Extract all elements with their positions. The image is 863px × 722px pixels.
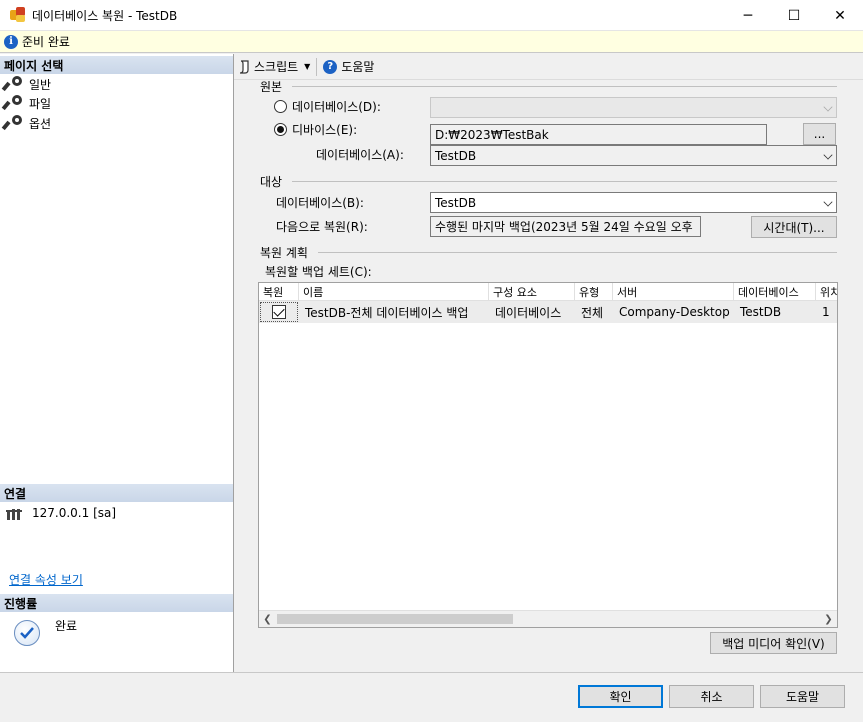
column-header[interactable]: 구성 요소: [489, 283, 575, 301]
wrench-icon: [1, 115, 24, 131]
window-title: 데이터베이스 복원 - TestDB: [32, 8, 178, 23]
column-header[interactable]: 위치: [816, 283, 837, 301]
wrench-icon: [1, 95, 24, 111]
column-header[interactable]: 이름: [299, 283, 489, 301]
column-header[interactable]: 데이터베이스: [734, 283, 816, 301]
restore-to-label: 다음으로 복원(R):: [276, 220, 368, 234]
column-header[interactable]: 유형: [575, 283, 613, 301]
source-device-radio-label: 디바이스(E):: [292, 123, 358, 137]
source-db-label: 데이터베이스(A):: [316, 148, 404, 162]
info-icon: i: [4, 34, 18, 49]
divider: [318, 252, 837, 253]
browse-device-button[interactable]: ...: [803, 123, 836, 145]
checkmark-icon: [14, 620, 40, 646]
progress-status: 완료: [55, 619, 78, 633]
source-group-label: 원본: [260, 80, 283, 94]
plan-group-label: 복원 계획: [260, 246, 308, 260]
help-button[interactable]: ? 도움말: [319, 56, 378, 78]
script-icon: [238, 59, 250, 74]
horizontal-scrollbar[interactable]: ❮ ❯: [259, 610, 837, 627]
page-item-label: 파일: [29, 96, 52, 111]
toolbar-separator: [316, 57, 318, 76]
scroll-left-icon[interactable]: ❮: [259, 611, 276, 627]
cell-database: TestDB: [740, 305, 782, 319]
source-database-radio[interactable]: [274, 100, 287, 113]
restore-to-field[interactable]: 수행된 마지막 백업(2023년 5월 24일 수요일 오후: [430, 216, 701, 237]
cell-position: 1: [822, 305, 830, 319]
destination-db-select[interactable]: TestDB: [430, 192, 837, 213]
backup-sets-grid: 복원 이름 구성 요소 유형 서버 데이터베이스 위치 TestDB-전체 데이…: [258, 282, 838, 628]
chevron-down-icon: [823, 150, 833, 160]
page-item-general[interactable]: 일반: [1, 75, 52, 93]
view-connection-properties-link[interactable]: 연결 속성 보기: [9, 571, 83, 588]
app-icon: [10, 7, 26, 23]
timeline-button[interactable]: 시간대(T)...: [751, 216, 837, 238]
dialog-footer: 확인 취소 도움말: [0, 672, 863, 722]
destination-db-label: 데이터베이스(B):: [276, 196, 364, 210]
scrollbar-thumb[interactable]: [277, 614, 513, 624]
restore-checkbox[interactable]: [272, 305, 286, 319]
source-database-select[interactable]: [430, 97, 837, 118]
divider: [292, 86, 837, 87]
chevron-down-icon[interactable]: ▼: [304, 62, 310, 71]
help-icon: ?: [323, 59, 338, 74]
backup-sets-label: 복원할 백업 세트(C):: [265, 265, 372, 279]
page-item-options[interactable]: 옵션: [1, 114, 52, 132]
cancel-button[interactable]: 취소: [669, 685, 754, 708]
wrench-icon: [1, 76, 24, 92]
source-database-radio-label: 데이터베이스(D):: [292, 100, 381, 114]
toolbar: 스크립트 ▼ ? 도움말: [234, 54, 863, 80]
page-item-files[interactable]: 파일: [1, 94, 52, 112]
column-header[interactable]: 서버: [613, 283, 734, 301]
cell-name: TestDB-전체 데이터베이스 백업: [305, 305, 469, 320]
column-header[interactable]: 복원: [259, 283, 299, 301]
title-bar: 데이터베이스 복원 - TestDB ─ ☐ ✕: [0, 0, 863, 31]
page-select-header: 페이지 선택: [0, 56, 233, 74]
chevron-down-icon: [823, 197, 833, 207]
cell-component: 데이터베이스: [495, 305, 562, 320]
destination-db-value: TestDB: [435, 195, 477, 210]
status-text: 준비 완료: [22, 35, 70, 49]
grid-header: 복원 이름 구성 요소 유형 서버 데이터베이스 위치: [259, 283, 837, 301]
script-label: 스크립트: [254, 60, 299, 74]
source-db-value: TestDB: [435, 148, 477, 163]
source-device-radio[interactable]: [274, 123, 287, 136]
destination-group-label: 대상: [260, 175, 283, 189]
cell-server: Company-Desktop: [619, 305, 730, 319]
table-row[interactable]: TestDB-전체 데이터베이스 백업 데이터베이스 전체 Company-De…: [259, 301, 837, 323]
ok-button[interactable]: 확인: [578, 685, 663, 708]
cell-type: 전체: [581, 305, 604, 320]
verify-backup-media-button[interactable]: 백업 미디어 확인(V): [710, 632, 837, 654]
progress-header: 진행률: [0, 594, 233, 612]
left-pane: 페이지 선택 일반 파일 옵션 연결 127.0.0.1 [sa] 연결 속성 …: [0, 54, 234, 672]
connection-header: 연결: [0, 484, 233, 502]
scroll-right-icon[interactable]: ❯: [820, 611, 837, 627]
connection-info: 127.0.0.1 [sa]: [6, 504, 116, 522]
page-item-label: 일반: [29, 77, 52, 92]
close-button[interactable]: ✕: [817, 0, 863, 31]
status-strip: i 준비 완료: [0, 31, 863, 53]
help-label: 도움말: [341, 60, 375, 74]
help-footer-button[interactable]: 도움말: [760, 685, 845, 708]
connection-value: 127.0.0.1 [sa]: [32, 506, 117, 520]
chevron-down-icon: [823, 102, 833, 112]
maximize-button[interactable]: ☐: [771, 0, 817, 31]
connection-icon: [6, 506, 24, 520]
script-button[interactable]: 스크립트 ▼: [234, 56, 314, 78]
source-db-select[interactable]: TestDB: [430, 145, 837, 166]
page-item-label: 옵션: [29, 116, 52, 131]
device-path-field[interactable]: D:₩2023₩TestBak: [430, 124, 767, 145]
restore-checkbox-cell[interactable]: [260, 302, 298, 322]
minimize-button[interactable]: ─: [725, 0, 771, 31]
divider: [292, 181, 837, 182]
